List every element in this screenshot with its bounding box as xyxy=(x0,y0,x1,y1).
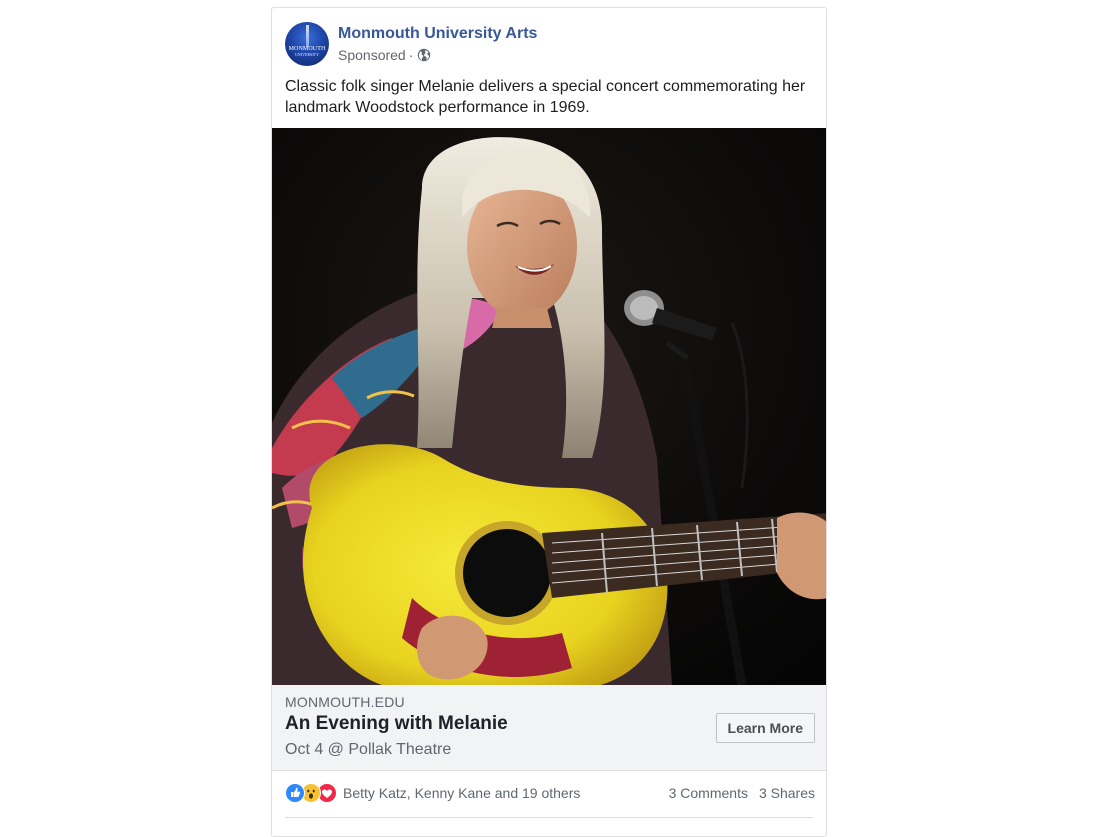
reaction-icons[interactable] xyxy=(285,783,341,803)
sponsored-post-card: MONMOUTH UNIVERSITY Monmouth University … xyxy=(271,7,827,837)
page-name-link[interactable]: Monmouth University Arts xyxy=(338,25,537,43)
link-description: Oct 4 @ Pollak Theatre xyxy=(285,741,452,758)
engagement-counts: 3 Comments 3 Shares xyxy=(669,785,815,801)
link-domain: MONMOUTH.EDU xyxy=(285,694,405,710)
link-title[interactable]: An Evening with Melanie xyxy=(285,713,508,735)
avatar-logo-subtext: UNIVERSITY xyxy=(295,52,319,57)
post-meta: Sponsored · xyxy=(338,47,431,63)
page-avatar[interactable]: MONMOUTH UNIVERSITY xyxy=(285,22,329,66)
action-divider xyxy=(285,817,813,818)
avatar-tower-graphic xyxy=(306,25,309,47)
post-header: MONMOUTH UNIVERSITY Monmouth University … xyxy=(272,8,826,72)
sponsored-label[interactable]: Sponsored xyxy=(338,47,406,63)
comments-count[interactable]: 3 Comments xyxy=(669,785,748,801)
meta-separator: · xyxy=(408,47,414,63)
learn-more-button[interactable]: Learn More xyxy=(715,713,815,743)
link-preview[interactable]: MONMOUTH.EDU An Evening with Melanie Oct… xyxy=(272,685,826,771)
globe-icon[interactable] xyxy=(417,48,431,62)
engagement-bar: Betty Katz, Kenny Kane and 19 others 3 C… xyxy=(272,771,826,817)
post-message: Classic folk singer Melanie delivers a s… xyxy=(285,78,806,116)
like-icon[interactable] xyxy=(285,783,305,803)
post-photo[interactable] xyxy=(272,128,826,685)
shares-count[interactable]: 3 Shares xyxy=(759,785,815,801)
reaction-names[interactable]: Betty Katz, Kenny Kane and 19 others xyxy=(343,785,580,801)
